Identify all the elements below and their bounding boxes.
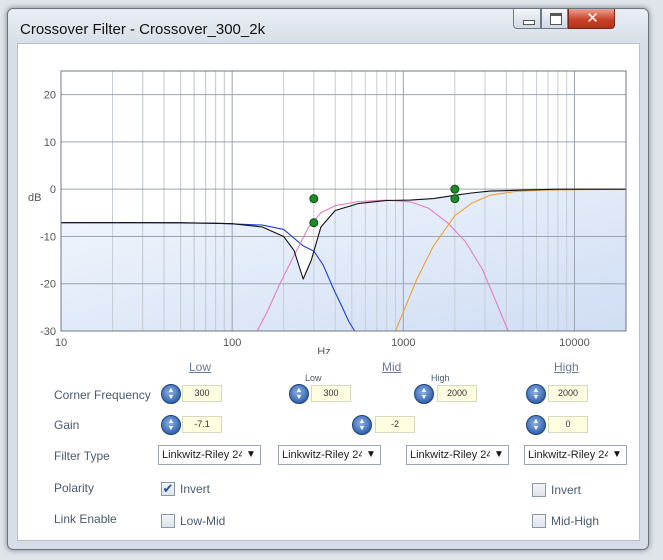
y-axis-label: dB (28, 192, 41, 204)
window-title: Crossover Filter - Crossover_300_2k (20, 21, 266, 38)
minimize-button[interactable] (513, 9, 541, 29)
label-link-enable: Link Enable (54, 512, 117, 526)
close-icon: ✕ (586, 10, 599, 27)
y-tick-label: 10 (44, 137, 56, 149)
x-tick-label: 100 (223, 337, 241, 349)
high-filter-type-value: Linkwitz-Riley 24 (528, 449, 611, 461)
dropdown-arrow-icon: ▼ (362, 446, 380, 464)
maximize-icon (550, 13, 562, 25)
spin-up-icon: ▲ (167, 418, 175, 425)
high-filter-type-select[interactable]: Linkwitz-Riley 24 ▼ (524, 445, 627, 465)
mid-high-freq-input[interactable]: 2000 (437, 385, 477, 402)
label-corner-frequency: Corner Frequency (54, 388, 151, 402)
band-header-high[interactable]: High (554, 360, 579, 374)
spin-down-icon: ▼ (167, 394, 175, 401)
title-bar[interactable]: Crossover Filter - Crossover_300_2k ✕ (8, 9, 648, 45)
spin-down-icon: ▼ (358, 425, 366, 432)
control-point-1 (309, 218, 319, 228)
x-tick-label: 10 (55, 337, 67, 349)
link-mid-high-label[interactable]: Mid-High (551, 514, 599, 528)
mid-low-filter-type-value: Linkwitz-Riley 24 (282, 449, 365, 461)
frequency-response-chart[interactable]: 20100-10-20-3010 100 1000 10000HzdB (18, 44, 639, 354)
y-tick-label: 0 (50, 184, 56, 196)
y-tick-label: -10 (40, 231, 56, 243)
spin-down-icon: ▼ (532, 394, 540, 401)
invert-low-label[interactable]: Invert (180, 482, 210, 496)
spin-up-icon: ▲ (295, 387, 303, 394)
invert-high-checkbox[interactable] (532, 483, 546, 497)
low-freq-input[interactable]: 300 (182, 385, 222, 402)
dropdown-arrow-icon: ▼ (608, 446, 626, 464)
band-header-low[interactable]: Low (189, 360, 211, 374)
mid-gain-spinner[interactable]: ▲ ▼ (352, 415, 372, 435)
spin-up-icon: ▲ (532, 387, 540, 394)
mid-gain-input[interactable]: -2 (375, 416, 415, 433)
spin-up-icon: ▲ (420, 387, 428, 394)
close-button[interactable]: ✕ (568, 9, 615, 29)
link-low-mid-checkbox[interactable] (161, 514, 175, 528)
low-filter-type-value: Linkwitz-Riley 24 (162, 449, 245, 461)
high-freq-input[interactable]: 2000 (548, 385, 588, 402)
invert-low-checkbox[interactable]: ✔ (161, 482, 175, 496)
mid-high-freq-spinner[interactable]: ▲ ▼ (414, 384, 434, 404)
y-tick-label: -30 (40, 326, 56, 338)
label-filter-type: Filter Type (54, 449, 110, 463)
mid-low-freq-spinner[interactable]: ▲ ▼ (289, 384, 309, 404)
x-tick-label: 1000 (391, 337, 415, 349)
low-gain-input[interactable]: -7.1 (182, 416, 222, 433)
mid-low-freq-input[interactable]: 300 (311, 385, 351, 402)
control-point-2 (450, 184, 460, 194)
high-gain-input[interactable]: 0 (548, 416, 588, 433)
spin-down-icon: ▼ (532, 425, 540, 432)
minimize-icon (523, 20, 535, 25)
low-freq-spinner[interactable]: ▲ ▼ (161, 384, 181, 404)
maximize-button[interactable] (541, 9, 568, 29)
label-polarity: Polarity (54, 481, 95, 495)
spin-up-icon: ▲ (532, 418, 540, 425)
label-gain: Gain (54, 418, 80, 432)
link-mid-high-checkbox[interactable] (532, 514, 546, 528)
dropdown-arrow-icon: ▼ (490, 446, 508, 464)
link-low-mid-label[interactable]: Low-Mid (180, 514, 225, 528)
mid-low-filter-type-select[interactable]: Linkwitz-Riley 24 ▼ (278, 445, 381, 465)
sublabel-mid-low: Low (305, 373, 322, 383)
spin-down-icon: ▼ (420, 394, 428, 401)
dropdown-arrow-icon: ▼ (242, 446, 260, 464)
low-gain-spinner[interactable]: ▲ ▼ (161, 415, 181, 435)
spin-up-icon: ▲ (167, 387, 175, 394)
low-filter-type-select[interactable]: Linkwitz-Riley 24 ▼ (158, 445, 261, 465)
spin-down-icon: ▼ (167, 425, 175, 432)
mid-high-filter-type-value: Linkwitz-Riley 24 (410, 449, 493, 461)
invert-high-label[interactable]: Invert (551, 483, 581, 497)
spin-down-icon: ▼ (295, 394, 303, 401)
control-point-3 (450, 194, 460, 204)
control-point-0 (309, 194, 319, 204)
spin-up-icon: ▲ (358, 418, 366, 425)
crossover-filter-window: Crossover Filter - Crossover_300_2k ✕ 20… (7, 8, 649, 550)
x-tick-label: 10000 (559, 337, 590, 349)
band-header-mid[interactable]: Mid (382, 360, 401, 374)
sublabel-mid-high: High (431, 373, 450, 383)
y-tick-label: 20 (44, 90, 56, 102)
client-area: 20 10 0 -10 -20 -30 10 100 1000 10000 Hz dB Low Mid… (17, 43, 640, 541)
y-tick-label: -20 (40, 279, 56, 291)
high-gain-spinner[interactable]: ▲ ▼ (526, 415, 546, 435)
x-axis-label: Hz (317, 346, 330, 354)
mid-high-filter-type-select[interactable]: Linkwitz-Riley 24 ▼ (406, 445, 509, 465)
high-freq-spinner[interactable]: ▲ ▼ (526, 384, 546, 404)
